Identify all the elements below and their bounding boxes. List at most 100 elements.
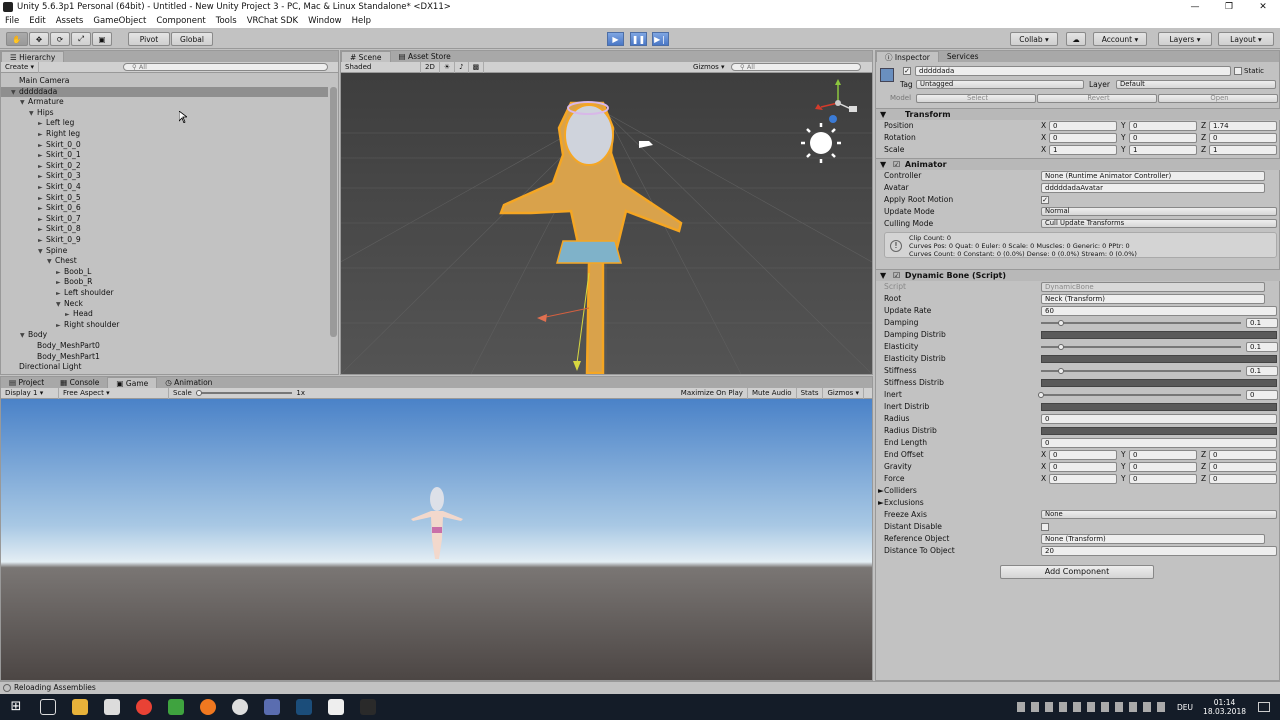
hierarchy-item[interactable]: ► Head xyxy=(1,309,328,320)
shading-dropdown[interactable]: Shaded xyxy=(341,61,421,73)
language-indicator[interactable]: DEU xyxy=(1177,703,1193,712)
rect-tool-icon[interactable]: ▣ xyxy=(92,32,112,46)
tab-scene[interactable]: # Scene xyxy=(341,51,391,62)
x-value-field[interactable]: 0 xyxy=(1049,133,1117,143)
clock[interactable]: 01:14 18.03.2018 xyxy=(1203,698,1246,716)
task-view-icon[interactable] xyxy=(40,699,56,715)
hierarchy-item[interactable]: ► Skirt_0_4 xyxy=(1,182,328,193)
distrib-curve-field[interactable] xyxy=(1041,427,1277,435)
menu-vrchat-sdk[interactable]: VRChat SDK xyxy=(242,16,303,26)
blender-icon[interactable] xyxy=(200,699,216,715)
scale-tool-icon[interactable]: ⤢ xyxy=(71,32,91,46)
object-name-field[interactable]: dddddada xyxy=(915,66,1231,76)
2d-toggle[interactable]: 2D xyxy=(421,61,440,73)
hierarchy-item[interactable]: ▼ Chest xyxy=(1,256,328,267)
dynamic-bone-header[interactable]: ▼ ☑ Dynamic Bone (Script) xyxy=(876,269,1280,281)
root-motion-checkbox[interactable]: ✓ xyxy=(1041,196,1049,204)
y-value-field[interactable]: 1 xyxy=(1129,145,1197,155)
maximize-icon[interactable]: ❐ xyxy=(1212,0,1246,14)
param-slider-knob[interactable] xyxy=(1038,392,1044,398)
hierarchy-item[interactable]: ▼ dddddada xyxy=(1,86,328,98)
hierarchy-item[interactable]: ► Skirt_0_7 xyxy=(1,214,328,225)
hierarchy-item[interactable]: ▼ Body xyxy=(1,330,328,341)
hierarchy-item[interactable]: Body_MeshPart0 xyxy=(1,341,328,352)
tab-services[interactable]: Services xyxy=(939,51,987,62)
collab-button[interactable]: Collab ▾ xyxy=(1010,32,1058,46)
steam-icon[interactable] xyxy=(296,699,312,715)
distrib-curve-field[interactable] xyxy=(1041,331,1277,339)
param-slider-knob[interactable] xyxy=(1058,320,1064,326)
hierarchy-scrollbar[interactable] xyxy=(330,87,337,337)
menu-tools[interactable]: Tools xyxy=(211,16,242,26)
active-checkbox[interactable]: ✓ xyxy=(903,67,911,75)
global-toggle[interactable]: Global xyxy=(171,32,213,46)
param-slider[interactable] xyxy=(1041,370,1241,372)
unity-taskbar-icon[interactable] xyxy=(328,699,344,715)
tab-animation[interactable]: ◷ Animation xyxy=(157,377,220,388)
menu-window[interactable]: Window xyxy=(303,16,347,26)
colliders-row[interactable]: ► Colliders xyxy=(876,485,1280,497)
game-viewport[interactable] xyxy=(1,399,872,680)
hierarchy-item[interactable]: ► Skirt_0_8 xyxy=(1,224,328,235)
menu-file[interactable]: File xyxy=(0,16,24,26)
hierarchy-item[interactable]: ► Skirt_0_1 xyxy=(1,150,328,161)
scene-search-input[interactable]: ⚲ All xyxy=(731,63,861,71)
hierarchy-item[interactable]: ▼ Spine xyxy=(1,246,328,257)
z-value-field[interactable]: 1 xyxy=(1209,145,1277,155)
hierarchy-item[interactable]: ► Skirt_0_9 xyxy=(1,235,328,246)
app-globe-icon[interactable] xyxy=(232,699,248,715)
z-value-field[interactable]: 1.74 xyxy=(1209,121,1277,131)
play-button[interactable]: ▶ xyxy=(607,32,624,46)
hierarchy-item[interactable]: ► Left shoulder xyxy=(1,288,328,299)
hierarchy-item[interactable]: ► Boob_R xyxy=(1,277,328,288)
close-icon[interactable]: ✕ xyxy=(1246,0,1280,14)
y-value-field[interactable]: 0 xyxy=(1129,450,1197,460)
minimize-icon[interactable]: — xyxy=(1178,0,1212,14)
x-value-field[interactable]: 1 xyxy=(1049,145,1117,155)
distrib-curve-field[interactable] xyxy=(1041,379,1277,387)
hand-tool-icon[interactable]: ✋ xyxy=(6,32,28,46)
avatar-field[interactable]: dddddadaAvatar xyxy=(1041,183,1265,193)
z-value-field[interactable]: 0 xyxy=(1209,450,1277,460)
hierarchy-search-input[interactable]: ⚲ All xyxy=(123,63,328,71)
param-slider[interactable] xyxy=(1041,346,1241,348)
start-icon[interactable]: ⊞ xyxy=(8,699,24,715)
param-slider[interactable] xyxy=(1041,322,1241,324)
param-value-field[interactable]: 0.1 xyxy=(1246,342,1278,352)
maximize-on-play-toggle[interactable]: Maximize On Play xyxy=(677,387,748,399)
param-slider[interactable] xyxy=(1041,394,1241,396)
file-explorer-icon[interactable] xyxy=(72,699,88,715)
root-field[interactable]: Neck (Transform) xyxy=(1041,294,1265,304)
menu-gameobject[interactable]: GameObject xyxy=(88,16,151,26)
tab-project[interactable]: ▤ Project xyxy=(1,377,52,388)
param-value-field[interactable]: 0.1 xyxy=(1246,318,1278,328)
layout-dropdown[interactable]: Layout ▾ xyxy=(1218,32,1274,46)
param-slider-knob[interactable] xyxy=(1058,368,1064,374)
account-dropdown[interactable]: Account ▾ xyxy=(1093,32,1147,46)
scale-slider-knob[interactable] xyxy=(195,390,202,396)
hierarchy-item[interactable]: Directional Light xyxy=(1,362,328,373)
freeze-axis-dropdown[interactable]: None xyxy=(1041,510,1277,519)
y-value-field[interactable]: 0 xyxy=(1129,133,1197,143)
dynamic-bone-enable-checkbox[interactable]: ☑ xyxy=(893,271,900,280)
menu-edit[interactable]: Edit xyxy=(24,16,50,26)
layer-dropdown[interactable]: Default xyxy=(1116,80,1276,89)
exclusions-row[interactable]: ► Exclusions xyxy=(876,497,1280,509)
hierarchy-item[interactable]: ► Skirt_0_0 xyxy=(1,140,328,151)
add-component-button[interactable]: Add Component xyxy=(1000,565,1154,579)
z-value-field[interactable]: 0 xyxy=(1209,133,1277,143)
hierarchy-item[interactable]: ► Right leg xyxy=(1,129,328,140)
system-tray-icons[interactable] xyxy=(1017,702,1168,712)
culling-mode-dropdown[interactable]: Cull Update Transforms xyxy=(1041,219,1277,228)
audio-toggle-icon[interactable]: ♪ xyxy=(455,61,469,73)
stats-toggle[interactable]: Stats xyxy=(797,387,824,399)
scene-viewport[interactable] xyxy=(341,73,872,374)
update-rate-field[interactable]: 60 xyxy=(1041,306,1277,316)
tab-game[interactable]: ▣ Game xyxy=(107,377,158,388)
model-revert-button[interactable]: Revert xyxy=(1037,94,1157,103)
lighting-toggle-icon[interactable]: ☀ xyxy=(440,61,456,73)
hierarchy-item[interactable]: ► Left leg xyxy=(1,118,328,129)
static-checkbox[interactable] xyxy=(1234,67,1242,75)
hierarchy-item[interactable]: ▼ Hips xyxy=(1,108,328,119)
layers-dropdown[interactable]: Layers ▾ xyxy=(1158,32,1212,46)
